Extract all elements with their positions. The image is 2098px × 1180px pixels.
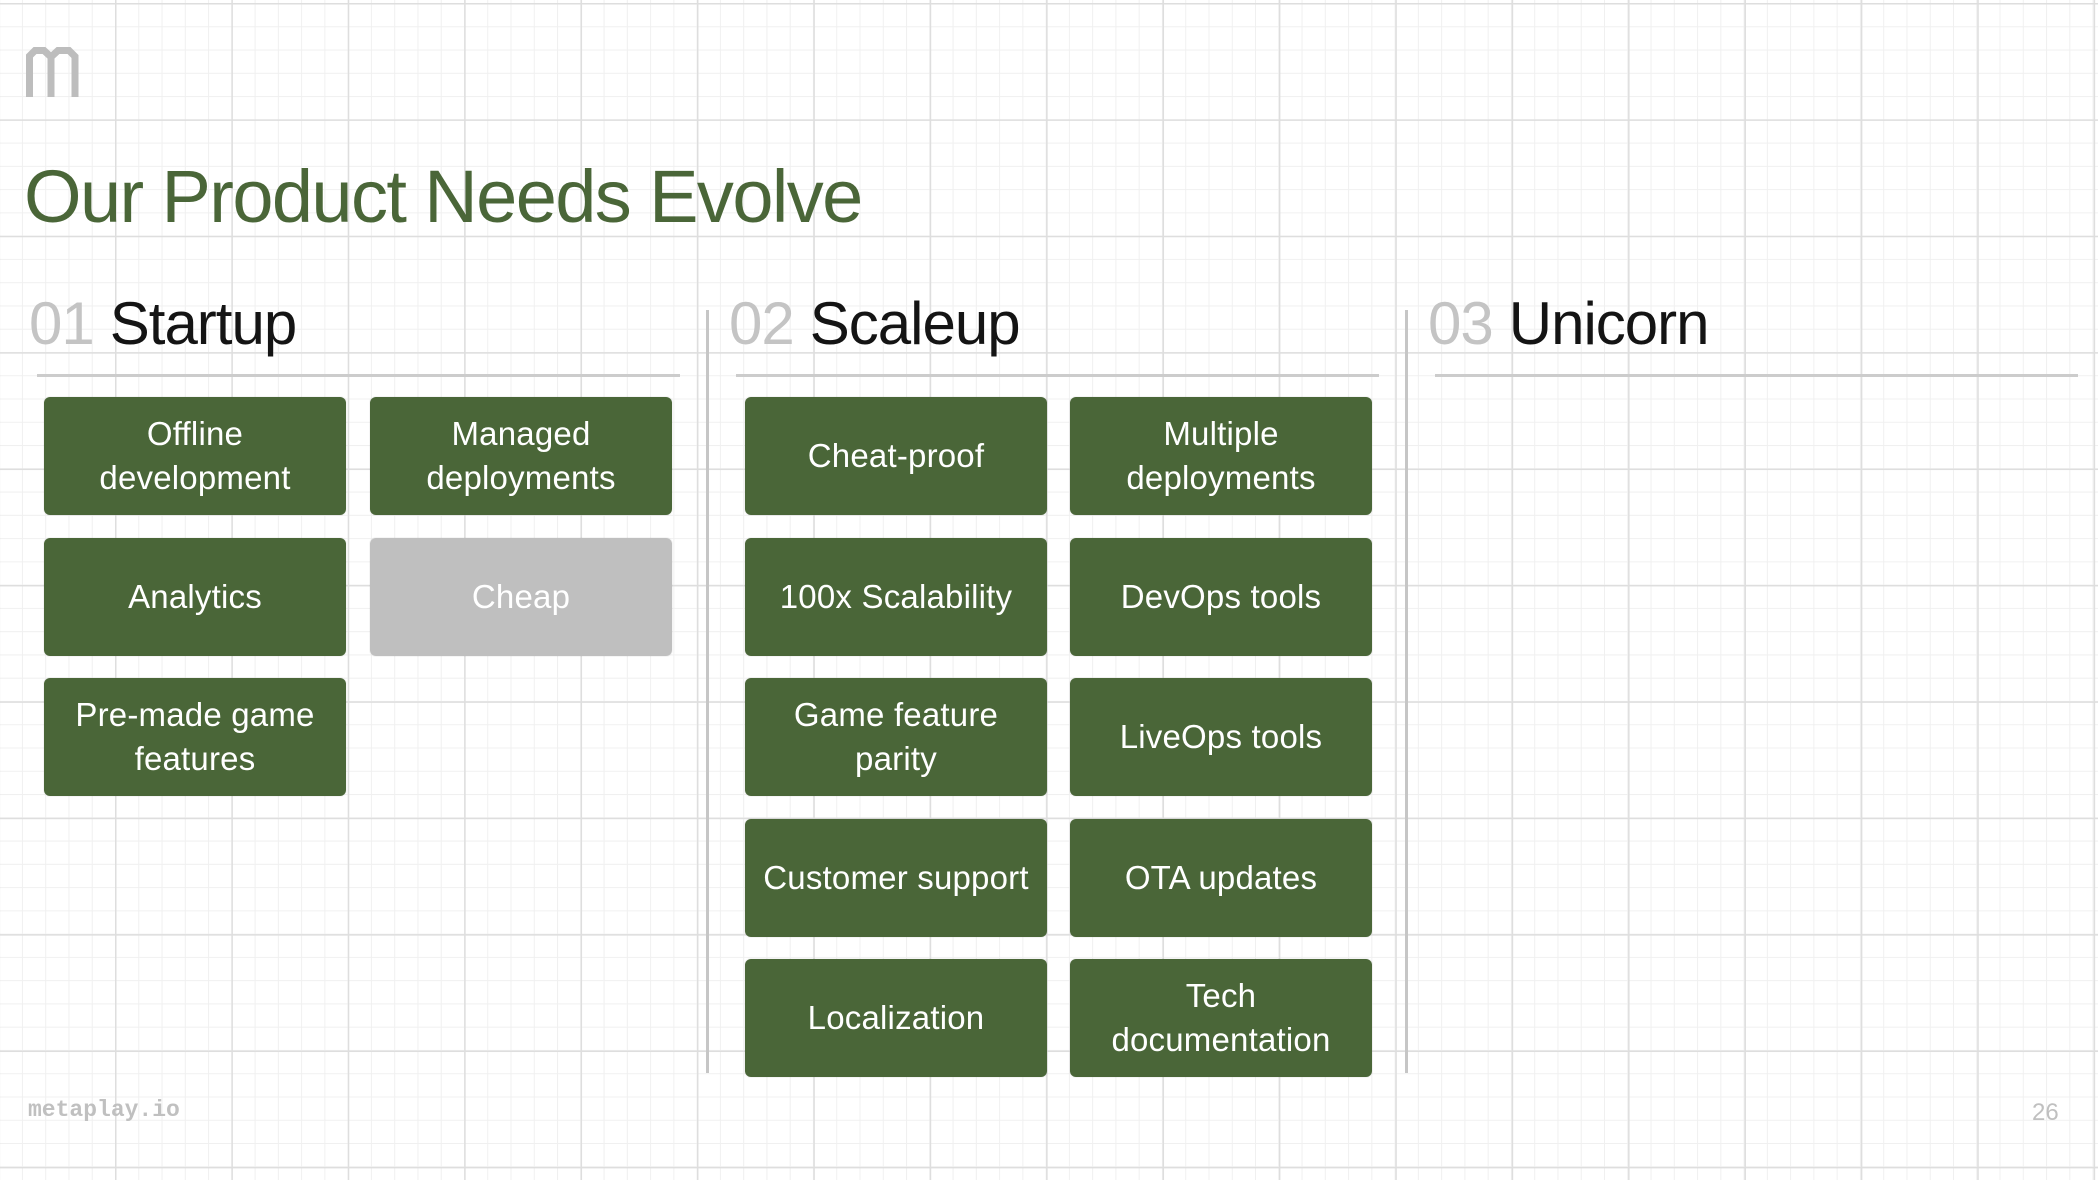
feature-card-analytics: Analytics [44,538,346,656]
feature-card-label: LiveOps tools [1119,718,1323,755]
stage-header-scaleup: 02 Scaleup [729,294,1021,354]
stage-number: 03 [1428,290,1494,357]
stage-name: Unicorn [1508,290,1710,357]
slide-title: Our Product Needs Evolve [24,155,863,238]
feature-card-cheap: Cheap [370,538,672,656]
feature-card-label: Multiple deployments [1126,415,1316,496]
stage-number: 02 [729,290,795,357]
feature-card-devops-tools: DevOps tools [1070,538,1372,656]
feature-card-label: Analytics [128,578,262,615]
feature-card-label: Pre-made game features [75,696,315,777]
feature-card-label: Localization [807,999,985,1036]
column-divider [706,310,709,1073]
feature-card-label: Customer support [763,859,1029,896]
stage-underline [736,374,1379,377]
feature-card-label: Cheap [471,578,571,615]
feature-card-liveops-tools: LiveOps tools [1070,678,1372,796]
feature-card-label: 100x Scalability [779,578,1013,615]
footer-website: metaplay.io [28,1097,180,1123]
stage-header-startup: 01 Startup [29,294,297,354]
feature-card-label: OTA updates [1124,859,1318,896]
feature-card-ota-updates: OTA updates [1070,819,1372,937]
stage-underline [37,374,680,377]
feature-card-game-feature-parity: Game feature parity [745,678,1047,796]
feature-card-localization: Localization [745,959,1047,1077]
feature-card-offline-development: Offline development [44,397,346,515]
feature-card-label: Tech documentation [1111,977,1331,1058]
feature-card-managed-deployments: Managed deployments [370,397,672,515]
stage-name: Startup [109,290,297,357]
feature-card-multiple-deployments: Multiple deployments [1070,397,1372,515]
feature-card-100x-scalability: 100x Scalability [745,538,1047,656]
feature-card-tech-documentation: Tech documentation [1070,959,1372,1077]
stage-number: 01 [29,290,95,357]
feature-card-label: Game feature parity [793,696,999,777]
feature-card-pre-made-game-features: Pre-made game features [44,678,346,796]
stage-underline [1435,374,2078,377]
feature-card-cheat-proof: Cheat-proof [745,397,1047,515]
feature-card-label: Offline development [99,415,291,496]
feature-card-label: Cheat-proof [807,437,985,474]
stage-header-unicorn: 03 Unicorn [1428,294,1709,354]
feature-card-customer-support: Customer support [745,819,1047,937]
column-divider [1405,310,1408,1073]
feature-card-label: DevOps tools [1120,578,1322,615]
metaplay-logo-icon [26,47,79,97]
feature-card-label: Managed deployments [426,415,616,496]
stage-name: Scaleup [809,290,1021,357]
page-number: 26 [2032,1099,2059,1126]
